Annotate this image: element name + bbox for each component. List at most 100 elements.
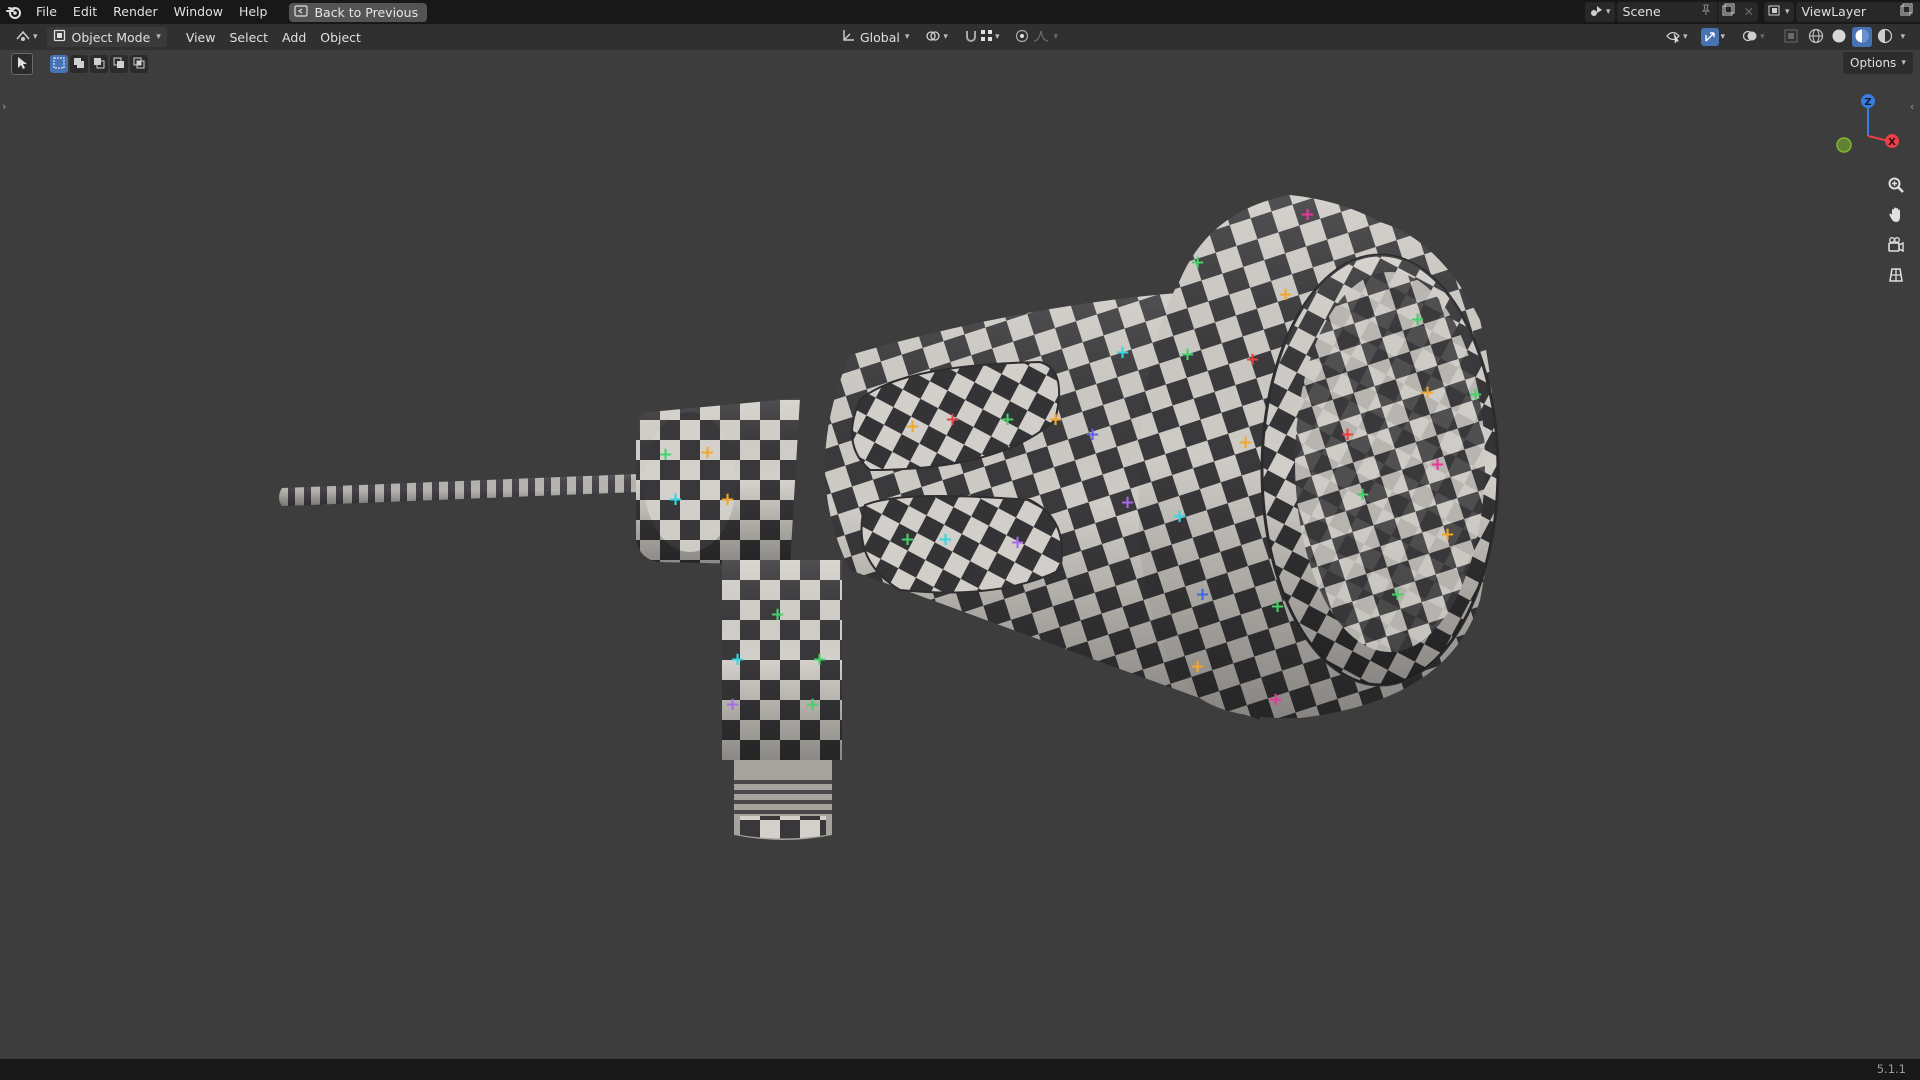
menu-file[interactable]: File [28,0,65,24]
top-bar: File Edit Render Window Help Back to Pre… [0,0,1920,24]
svg-text:+: + [1340,424,1355,445]
chevron-down-icon: ▾ [1606,7,1611,17]
proportional-editing-toggle[interactable]: ▾ [1010,27,1063,47]
menu-edit[interactable]: Edit [65,0,105,24]
svg-text:+: + [1238,432,1253,453]
select-subtract-button[interactable] [90,55,108,73]
shading-rendered-button[interactable] [1875,27,1895,47]
svg-text:+: + [1468,384,1483,405]
svg-text:+: + [1180,344,1195,365]
menu-help[interactable]: Help [231,0,276,24]
pin-icon[interactable] [1696,2,1717,22]
gizmo-x-label: X [1888,137,1896,148]
view-layer-selector: ▾ ViewLayer ✕ [1764,2,1920,22]
snap-toggle[interactable]: ▾ [959,27,1005,47]
svg-text:+: + [1195,584,1210,605]
shading-wireframe-button[interactable] [1806,27,1826,47]
options-dropdown[interactable]: Options ▾ [1843,52,1913,74]
new-view-layer-icon[interactable] [1895,2,1918,22]
select-invert-icon [113,57,125,72]
shading-material-button[interactable] [1851,27,1872,47]
toolbar-expand-arrow-icon[interactable]: › [2,100,6,113]
scene-name-field[interactable]: Scene [1616,2,1697,22]
select-intersect-button[interactable] [130,55,148,73]
zoom-button[interactable] [1882,172,1910,200]
select-extend-button[interactable] [70,55,88,73]
view-layer-name-field[interactable]: ViewLayer [1795,2,1896,22]
3d-viewport[interactable]: + + + + + + + + + + + + + + + + + + + + + + + + + + +… [0,50,1920,1059]
chevron-down-icon: ▾ [1901,58,1906,68]
shading-solid-button[interactable] [1829,27,1849,47]
mesh-object-drill[interactable]: + + + + + + + + + + + + + + + + + + + + + + + + + + +… [0,50,1920,1059]
select-intersect-icon [133,57,145,72]
gizmo-toggle[interactable]: ▾ [1696,27,1731,47]
object-mode-icon [53,29,66,45]
svg-text:+: + [1190,252,1205,273]
xray-toggle[interactable] [1779,27,1803,47]
menu-render[interactable]: Render [105,0,166,24]
navigation-gizmo[interactable]: Z X [1828,86,1908,166]
version-label: 5.1.1 [1876,1062,1906,1076]
menu-object[interactable]: Object [313,27,368,47]
svg-text:+: + [1245,349,1260,370]
cursor-icon [16,56,28,73]
select-invert-button[interactable] [110,55,128,73]
svg-text:+: + [1010,532,1025,553]
svg-text:+: + [905,416,920,437]
svg-text:+: + [1420,382,1435,403]
svg-text:+: + [730,649,745,670]
gizmo-y-axis[interactable] [1836,137,1852,153]
select-tool-button[interactable] [11,53,33,75]
chevron-down-icon: ▾ [1900,32,1906,42]
falloff-icon [1033,30,1049,45]
svg-text:+: + [1085,424,1100,445]
selectability-icon [1665,29,1681,46]
pivot-icon [925,29,941,46]
transform-tools: Global ▾ ▾ ▾ ▾ [836,27,1063,47]
select-new-icon [53,57,65,72]
delete-scene-icon[interactable]: ✕ [1739,2,1758,22]
menu-view[interactable]: View [179,27,223,47]
menu-window[interactable]: Window [166,0,231,24]
svg-text:+: + [805,694,820,715]
select-new-button[interactable] [50,55,68,73]
back-screen-icon [294,4,309,20]
svg-text:+: + [1270,596,1285,617]
proportional-icon [1015,29,1029,46]
menu-add[interactable]: Add [275,27,313,47]
scene-icon [1589,4,1604,21]
camera-view-button[interactable] [1882,232,1910,260]
chevron-down-icon: ▾ [994,32,1000,42]
svg-text:+: + [1410,309,1425,330]
pivot-point-dropdown[interactable]: ▾ [920,27,953,47]
svg-text:+: + [1440,524,1455,545]
pan-button[interactable] [1882,202,1910,230]
scene-type-button[interactable]: ▾ [1585,2,1615,22]
scene-selector: ▾ Scene ✕ [1585,2,1758,22]
svg-text:+: + [1172,506,1187,527]
back-to-previous-button[interactable]: Back to Previous [289,2,428,22]
viewport-display-tools: ▾ ▾ ▾ ▾ [1660,27,1908,47]
editor-type-button[interactable]: ▾ [10,27,43,47]
new-scene-icon[interactable] [1717,2,1740,22]
svg-text:+: + [668,489,683,510]
object-mode-dropdown[interactable]: Object Mode ▾ [46,27,167,47]
blender-logo-icon[interactable] [0,0,28,24]
select-subtract-icon [93,57,105,72]
sidebar-expand-arrow-icon[interactable]: ‹ [1910,100,1914,113]
visibility-dropdown[interactable]: ▾ [1660,27,1693,47]
menu-select[interactable]: Select [222,27,275,47]
overlays-toggle[interactable]: ▾ [1737,27,1770,47]
svg-text:+: + [1390,584,1405,605]
svg-text:+: + [658,444,673,465]
svg-text:+: + [900,529,915,550]
shading-options-dropdown[interactable]: ▾ [1898,27,1909,47]
perspective-toggle-button[interactable] [1882,262,1910,290]
transform-orientation-dropdown[interactable]: Global ▾ [836,27,914,47]
chevron-down-icon: ▾ [1683,32,1688,42]
material-sphere-icon [1854,28,1870,47]
snap-grid-icon [980,29,993,45]
view-layer-type-button[interactable]: ▾ [1764,2,1794,22]
rendered-sphere-icon [1877,28,1893,47]
xray-icon [1784,29,1798,46]
